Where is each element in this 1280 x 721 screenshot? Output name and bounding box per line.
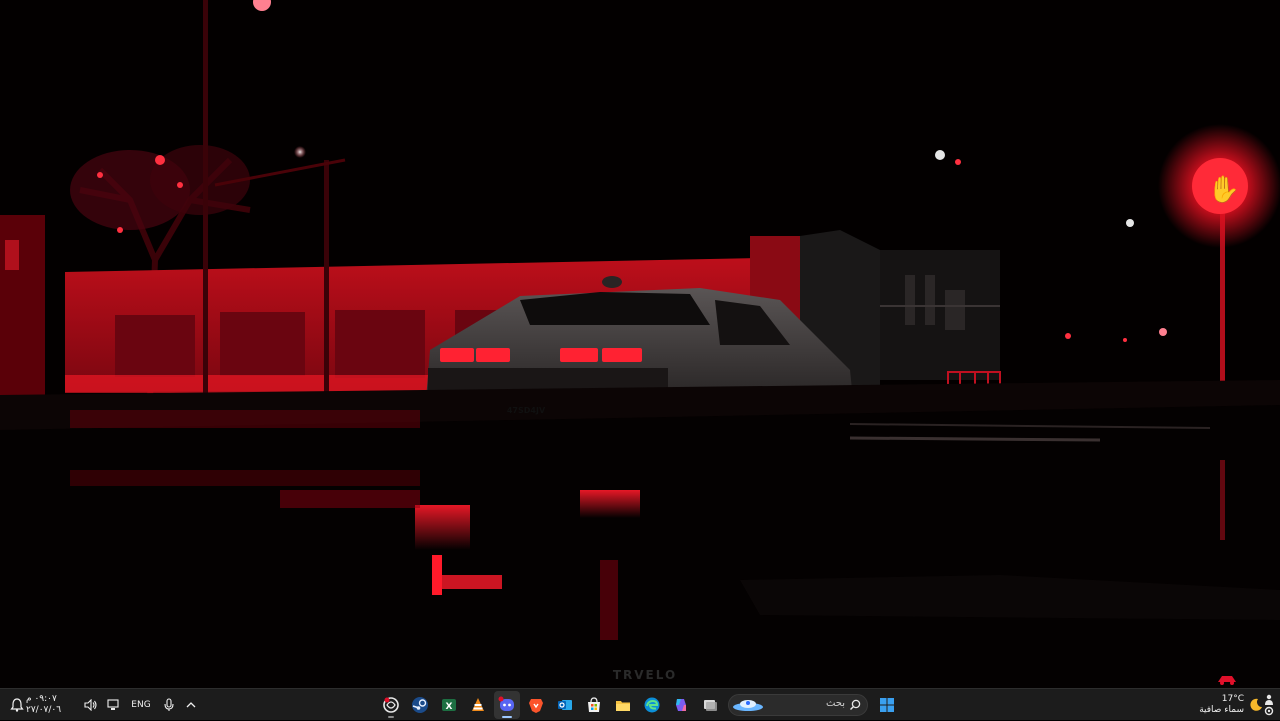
chatgpt-app-icon[interactable] [378,691,404,719]
copilot-app-icon[interactable] [668,691,694,719]
notification-bell-icon[interactable] [8,691,26,719]
watermark-text: TRVELO [612,668,678,682]
network-icon[interactable] [102,691,124,719]
red-car-desktop-icon[interactable] [1216,672,1238,686]
taskbar: ٠٩:٠٧ م ٢٧/٠٧/٠٦ ENG X بحث 17°C سماء صاف… [0,688,1280,720]
svg-text:✋: ✋ [1208,174,1240,205]
settings-gear-icon[interactable] [1264,706,1274,716]
start-button[interactable] [874,691,900,719]
person-icon[interactable] [1264,694,1274,706]
desktop-wallpaper: ✋ TRVELO 47SD4JV [0,0,1280,688]
clock-date: ٢٧/٠٧/٠٦ [26,705,62,715]
svg-text:X: X [445,702,452,712]
system-tray: ٠٩:٠٧ م ٢٧/٠٧/٠٦ ENG [8,689,202,721]
weather-info: 17°C سماء صافية [1199,694,1244,716]
microsoft-store-app-icon[interactable] [581,691,607,719]
windows-logo-icon [879,698,894,712]
discord-app-icon[interactable] [493,691,520,719]
outlook-app-icon[interactable] [552,691,578,719]
task-view-app-icon[interactable] [697,691,723,719]
vlc-app-icon[interactable] [465,691,491,719]
running-indicator [387,716,394,718]
pinned-apps: X بحث [376,689,901,721]
excel-app-icon[interactable]: X [436,691,462,719]
file-explorer-app-icon[interactable] [610,691,636,719]
weather-temperature: 17°C [1221,694,1244,704]
volume-icon[interactable] [80,691,102,719]
running-indicator [501,716,512,718]
language-indicator[interactable]: ENG [124,700,158,710]
search-icon [850,699,861,710]
license-plate: 47SD4JV [507,406,545,415]
steam-app-icon[interactable] [407,691,433,719]
search-placeholder: بحث [825,698,845,709]
taskbar-search-box[interactable]: بحث [728,694,868,716]
clock[interactable]: ٠٩:٠٧ م ٢٧/٠٧/٠٦ [26,690,80,720]
weather-condition: سماء صافية [1199,705,1244,715]
clock-time: ٠٩:٠٧ م [26,694,57,704]
weather-widget[interactable]: 17°C سماء صافية [1199,689,1274,721]
microphone-icon[interactable] [158,691,180,719]
license-plate-text: 47SD4JV [507,406,545,415]
moon-weather-icon [1248,691,1264,719]
search-highlight-icon [733,700,763,711]
widgets-column [1264,690,1274,720]
chevron-up-icon[interactable] [180,691,202,719]
brave-app-icon[interactable] [523,691,549,719]
edge-app-icon[interactable] [639,691,665,719]
wallpaper-scene: ✋ [0,0,1280,688]
